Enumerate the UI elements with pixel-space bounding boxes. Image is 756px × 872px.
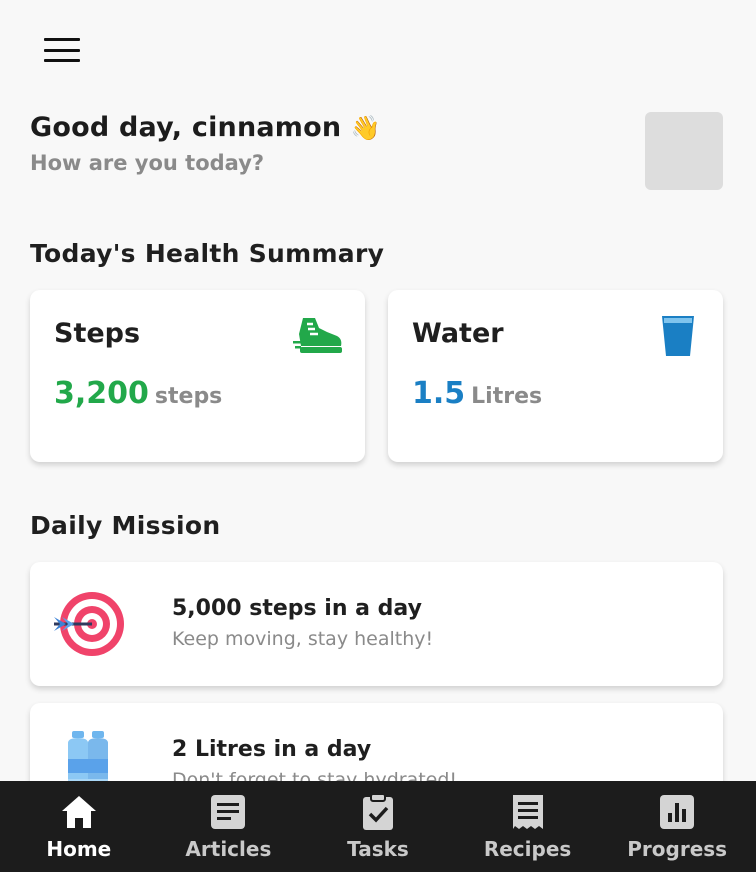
steps-card[interactable]: Steps 3,200 steps <box>30 290 365 462</box>
sneaker-icon <box>293 314 343 360</box>
nav-item-home[interactable]: Home <box>4 793 154 861</box>
nav-label: Tasks <box>347 836 409 861</box>
nav-label: Progress <box>627 836 728 861</box>
water-value: 1.5 <box>412 376 466 411</box>
tasks-clipboard-icon <box>362 792 393 830</box>
mission-subtitle: Keep moving, stay healthy! <box>172 628 434 650</box>
water-label: Water <box>412 318 504 349</box>
nav-item-articles[interactable]: Articles <box>154 793 304 861</box>
daily-mission-title: Daily Mission <box>30 511 221 540</box>
home-icon <box>61 795 96 828</box>
health-summary-title: Today's Health Summary <box>30 239 385 268</box>
nav-item-tasks[interactable]: Tasks <box>303 792 453 861</box>
steps-value-row: 3,200 steps <box>54 376 222 411</box>
water-card[interactable]: Water 1.5 Litres <box>388 290 723 462</box>
nav-label: Recipes <box>483 836 572 861</box>
water-value-row: 1.5 Litres <box>412 376 542 411</box>
greeting-subtitle: How are you today? <box>30 151 265 175</box>
mission-title: 5,000 steps in a day <box>172 596 422 621</box>
target-icon <box>52 590 126 660</box>
avatar[interactable] <box>645 112 723 190</box>
steps-unit: steps <box>154 384 223 409</box>
bottom-navigation: Home Articles Tasks Recipes Progress <box>0 781 756 872</box>
steps-value: 3,200 <box>54 376 149 411</box>
wave-emoji: 👋 <box>350 114 381 142</box>
steps-label: Steps <box>54 318 141 349</box>
article-icon <box>211 794 246 829</box>
progress-chart-icon <box>660 794 695 829</box>
hamburger-menu-icon[interactable] <box>44 38 80 62</box>
mission-item-steps[interactable]: 5,000 steps in a day Keep moving, stay h… <box>30 562 723 686</box>
greeting: Good day, cinnamon 👋 How are you today? <box>30 112 381 175</box>
recipe-receipt-icon <box>512 794 543 829</box>
nav-label: Home <box>46 836 112 861</box>
water-unit: Litres <box>471 384 543 409</box>
greeting-title: Good day, cinnamon 👋 <box>30 112 381 143</box>
nav-item-progress[interactable]: Progress <box>602 793 752 861</box>
mission-title: 2 Litres in a day <box>172 737 372 762</box>
water-glass-icon <box>661 314 695 362</box>
nav-label: Articles <box>185 836 272 861</box>
nav-item-recipes[interactable]: Recipes <box>453 793 603 861</box>
